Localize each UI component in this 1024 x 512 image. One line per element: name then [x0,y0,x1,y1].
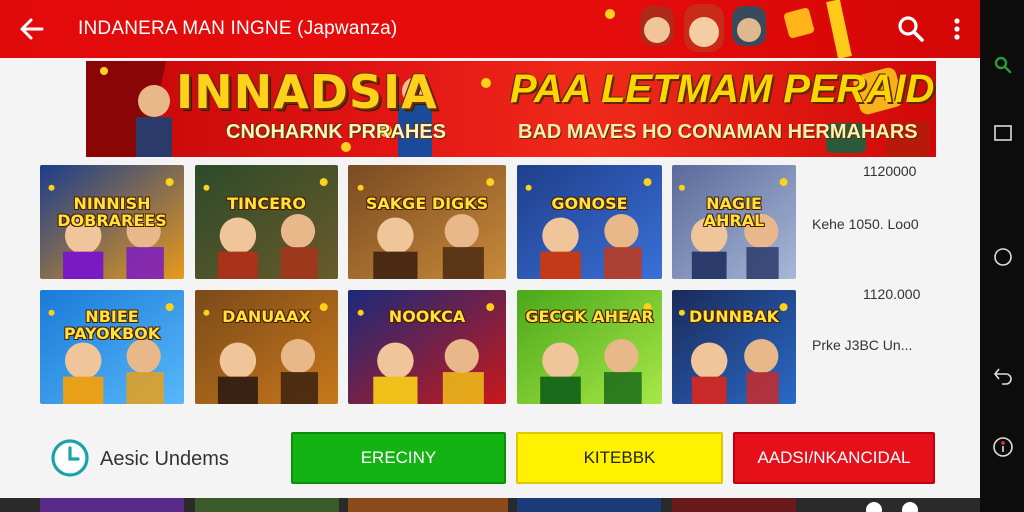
game-title: GONOSE [551,194,628,213]
yellow-action-button[interactable]: KITEBBK [516,432,723,484]
game-tile[interactable]: GONOSE [517,165,662,279]
red-action-button[interactable]: AADSI/NKANCIDAL [733,432,935,484]
app-window: INDANERA MAN INGNE (Japwanza) INNADSIA C… [0,0,980,512]
game-tile[interactable]: NOOKCA [348,290,506,404]
game-title: NINNISH DOBRAREES [57,194,167,230]
game-tile[interactable]: NBIEE PAYOKBOK [40,290,184,404]
game-tile[interactable]: NAGIE AHRAL [672,165,796,279]
game-tile[interactable]: NINNISH DOBRAREES [40,165,184,279]
search-icon[interactable] [992,54,1014,76]
system-nav-rail [980,0,1024,512]
game-tile[interactable]: TINCERO [195,165,338,279]
app-header: INDANERA MAN INGNE (Japwanza) [0,0,980,58]
game-artwork [348,165,506,279]
back-arrow-icon[interactable] [16,14,48,44]
game-tile[interactable]: DANUAAX [195,290,338,404]
game-title: NAGIE AHRAL [703,194,765,230]
green-action-button[interactable]: ERECINY [291,432,506,484]
game-title: TINCERO [227,194,306,213]
banner-headline: PAA LETMAM PERAIDO! [510,67,936,111]
game-title: DUNNBAK [688,307,780,326]
banner-title-left: INNADSIA [176,65,438,119]
banner-subtitle-left: CNOHARNK PRRAHES [226,121,447,143]
game-title: SAKGE DIGKS [365,194,489,213]
game-tile[interactable]: DUNNBAK [672,290,796,404]
row1-count: 1120000 [863,163,917,179]
game-tile[interactable]: GECGK AHEAR [517,290,662,404]
promo-banner[interactable]: INNADSIA CNOHARNK PRRAHES PAA LETMAM PER… [86,61,936,157]
game-title: NOOKCA [388,307,466,326]
accessibility-icon[interactable] [992,436,1014,458]
square-icon[interactable] [992,122,1014,144]
status-label: Aesic Undems [100,448,229,470]
row2-price: Prke J3BC Un... [812,337,913,353]
banner-subline: BAD MAVES HO CONAMAN HERMAHARS [518,121,918,143]
undo-icon[interactable] [992,364,1014,386]
more-vert-icon[interactable] [944,14,970,44]
game-tile[interactable]: SAKGE DIGKS [348,165,506,279]
row1-price: Kehe 1050. Loo0 [812,216,919,232]
game-artwork [195,165,338,279]
game-artwork [517,165,662,279]
next-row-peek [0,498,980,512]
clock-icon[interactable] [50,438,90,478]
game-title: NBIEE PAYOKBOK [63,307,161,343]
header-characters-artwork [605,0,852,58]
search-icon[interactable] [896,14,926,44]
circle-icon[interactable] [992,246,1014,268]
game-title: GECGK AHEAR [525,307,654,326]
app-title: INDANERA MAN INGNE (Japwanza) [78,18,398,39]
row2-count: 1120.000 [863,286,921,302]
game-title: DANUAAX [222,307,311,326]
